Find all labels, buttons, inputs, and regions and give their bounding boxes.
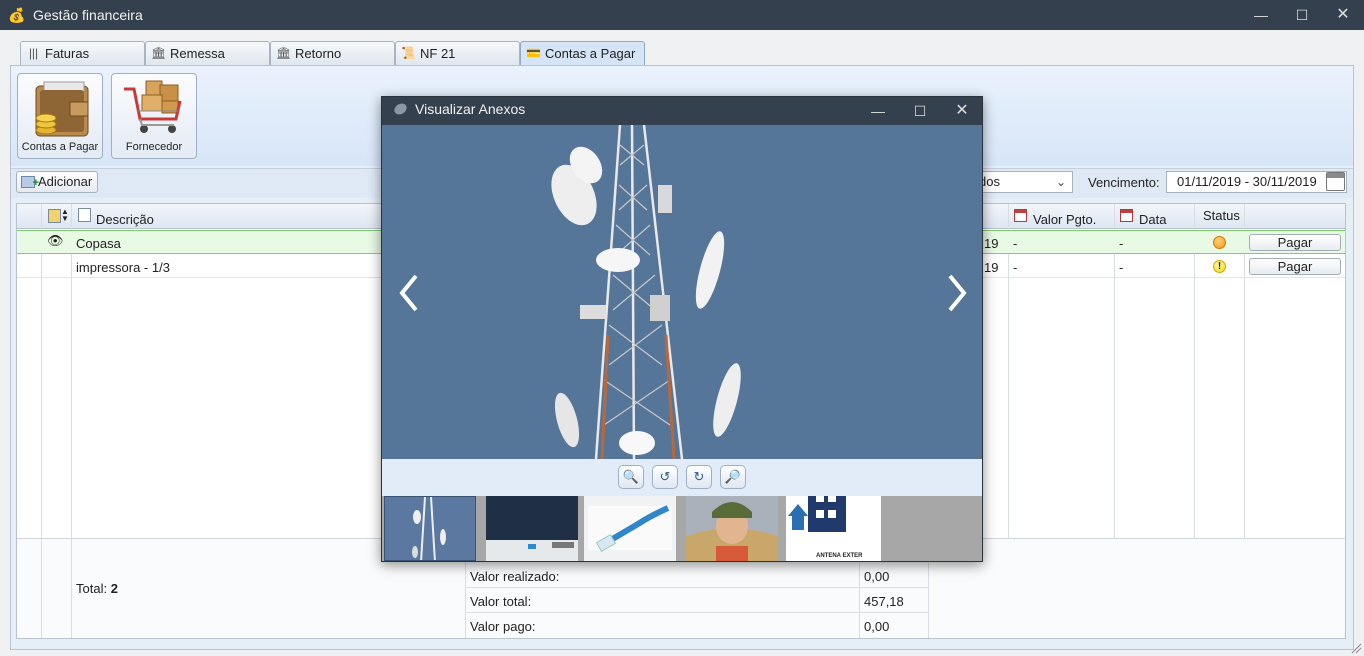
valor-total-value: 457,18: [864, 594, 904, 609]
tab-contas-a-pagar[interactable]: 💳 Contas a Pagar: [520, 41, 645, 66]
dialog-minimize-button[interactable]: —: [857, 97, 899, 125]
shopping-cart-icon: [124, 80, 182, 133]
zoom-out-icon[interactable]: 🔍: [618, 465, 644, 489]
dialog-close-button[interactable]: ✕: [941, 97, 983, 125]
contas-a-pagar-button[interactable]: Contas a Pagar: [17, 73, 103, 159]
eye-icon[interactable]: 👁: [47, 233, 64, 249]
cell-data: -: [1119, 236, 1124, 251]
row-divider: [465, 587, 928, 588]
minimize-button[interactable]: —: [1241, 0, 1281, 30]
cell-descricao: impressora - 1/3: [76, 260, 170, 275]
col-divider: [41, 539, 42, 638]
cell-valor-pgto: -: [1013, 260, 1018, 275]
valor-realizado-value: 0,00: [864, 569, 890, 584]
tab-label: NF 21: [420, 46, 456, 61]
col-divider: [465, 563, 466, 638]
calendar-icon: [1120, 209, 1133, 222]
warning-icon: !: [1213, 260, 1226, 273]
cell-valor-pgto: -: [1013, 236, 1018, 251]
total-label: Total:: [76, 581, 108, 596]
col-divider: [928, 563, 929, 638]
cell-vencimento: 19: [984, 260, 999, 275]
rotate-left-icon[interactable]: ↺: [652, 465, 678, 489]
valor-total-label: Valor total:: [470, 594, 532, 609]
vencimento-label: Vencimento:: [1088, 175, 1160, 190]
row-divider: [465, 612, 928, 613]
total-count: Total: 2: [76, 581, 118, 596]
bank-icon: 🏛: [276, 46, 292, 60]
tab-label: Remessa: [170, 46, 225, 61]
cell-data: -: [1119, 260, 1124, 275]
tab-label: Retorno: [295, 46, 342, 61]
titlebar-overlay: 💰 Gestão financeira: [0, 0, 1364, 30]
header-descricao[interactable]: Descrição: [96, 212, 154, 227]
valor-pago-label: Valor pago:: [470, 619, 536, 634]
antenna-tower-image: [382, 125, 982, 459]
dialog-title: Visualizar Anexos: [415, 101, 526, 117]
wallet-icon: [35, 81, 89, 137]
add-icon: [21, 173, 39, 193]
resize-grip-icon[interactable]: [1350, 642, 1362, 654]
total-value: 2: [110, 581, 118, 596]
thumbnail-network-cable[interactable]: [584, 496, 676, 561]
add-label: Adicionar: [38, 174, 93, 189]
thumbnail-caption: ANTENA EXTER: [816, 553, 863, 559]
tab-nf21[interactable]: 📜 NF 21: [395, 41, 520, 66]
barcode-icon: |||: [28, 46, 39, 60]
previous-arrow-icon[interactable]: [394, 268, 424, 318]
pay-button[interactable]: Pagar: [1249, 234, 1341, 251]
zoom-toolbar: [382, 459, 982, 496]
fornecedor-button[interactable]: Fornecedor: [111, 73, 197, 159]
header-status[interactable]: Status: [1203, 208, 1240, 223]
header-valor-pgto[interactable]: Valor Pgto.: [1033, 212, 1096, 227]
cell-vencimento: 19: [984, 236, 999, 251]
col-divider: [71, 539, 72, 638]
header-data[interactable]: Data: [1139, 212, 1166, 227]
maximize-button[interactable]: ☐: [1282, 0, 1322, 30]
thumbnail-portrait[interactable]: [686, 496, 778, 561]
calendar-icon[interactable]: [1326, 172, 1345, 191]
valor-pago-value: 0,00: [864, 619, 890, 634]
chevron-down-icon: ⌄: [1055, 175, 1066, 189]
tab-faturas[interactable]: ||| Faturas: [20, 41, 145, 66]
pay-button[interactable]: Pagar: [1249, 258, 1341, 275]
document-icon: [78, 208, 91, 222]
thumbnail-dark-screenshot[interactable]: [486, 496, 578, 561]
sort-icon[interactable]: [48, 209, 61, 223]
filter-select[interactable]: dos ⌄: [970, 171, 1073, 193]
sort-arrows-icon[interactable]: ▲ ▼: [61, 208, 69, 223]
calendar-icon: [1014, 209, 1027, 222]
tab-label: Faturas: [45, 46, 90, 61]
fornecedor-label: Fornecedor: [125, 141, 183, 153]
cell-descricao: Copasa: [76, 236, 121, 251]
vencimento-range-field[interactable]: 01/11/2019 - 30/11/2019: [1166, 171, 1347, 193]
thumbnail-antenna-diagram[interactable]: ANTENA EXTER: [786, 496, 881, 561]
money-bag-icon: 💰: [8, 7, 26, 23]
certificate-icon: 📜: [401, 46, 416, 60]
zoom-in-icon[interactable]: 🔎: [720, 465, 746, 489]
bank-icon: 🏛: [151, 46, 167, 60]
tab-label: Contas a Pagar: [545, 46, 636, 61]
status-orange-icon: [1213, 236, 1226, 249]
close-button[interactable]: ✕: [1323, 0, 1363, 30]
col-divider: [859, 563, 860, 638]
bill-icon: 💳: [526, 46, 541, 60]
add-button[interactable]: Adicionar: [16, 171, 98, 193]
dialog-maximize-button[interactable]: ☐: [899, 97, 941, 125]
contas-a-pagar-label: Contas a Pagar: [21, 141, 99, 153]
tab-retorno[interactable]: 🏛 Retorno: [270, 41, 395, 66]
valor-realizado-label: Valor realizado:: [470, 569, 560, 584]
window-title: Gestão financeira: [33, 7, 143, 23]
thumbnail-antenna-tower[interactable]: [384, 496, 476, 561]
tab-remessa[interactable]: 🏛 Remessa: [145, 41, 270, 66]
next-arrow-icon[interactable]: [942, 268, 972, 318]
attachment-preview-image: [382, 125, 982, 459]
rotate-right-icon[interactable]: ↻: [686, 465, 712, 489]
